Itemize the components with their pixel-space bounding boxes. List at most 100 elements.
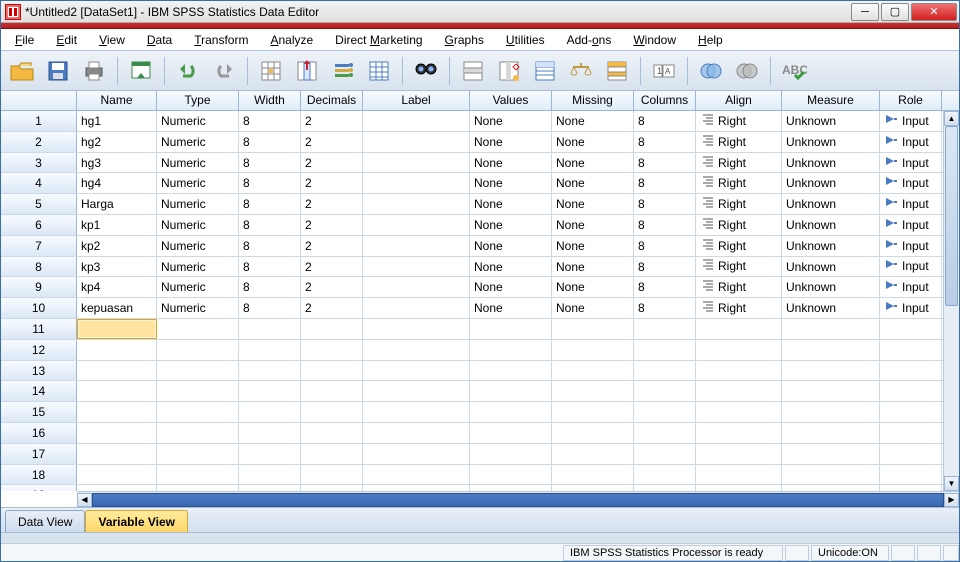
undo-icon[interactable] (173, 56, 203, 86)
row-header[interactable]: 12 (1, 340, 77, 360)
menu-direct-marketing[interactable]: Direct Marketing (325, 31, 432, 49)
cell-missing[interactable]: None (552, 277, 634, 297)
cell-columns[interactable]: 8 (634, 132, 696, 152)
cell-align[interactable]: Right (696, 153, 782, 173)
cell-name[interactable] (77, 402, 157, 422)
menu-window[interactable]: Window (623, 31, 686, 49)
cell-decimals[interactable]: 2 (301, 215, 363, 235)
col-role[interactable]: Role (880, 91, 942, 110)
cell-type[interactable]: Numeric (157, 215, 239, 235)
cell-label[interactable] (363, 173, 470, 193)
cell-measure[interactable]: Unknown (782, 194, 880, 214)
cell-width[interactable]: 8 (239, 111, 301, 131)
cell-values[interactable]: None (470, 236, 552, 256)
variables-icon[interactable] (328, 56, 358, 86)
cell-name[interactable] (77, 361, 157, 381)
scroll-right-icon[interactable]: ▶ (944, 493, 959, 507)
cell-columns[interactable]: 8 (634, 277, 696, 297)
menu-analyze[interactable]: Analyze (260, 31, 323, 49)
cell-name[interactable]: kp2 (77, 236, 157, 256)
tab-data-view[interactable]: Data View (5, 510, 85, 532)
cell-type[interactable]: Numeric (157, 173, 239, 193)
menu-graphs[interactable]: Graphs (435, 31, 494, 49)
cell-columns[interactable]: 8 (634, 194, 696, 214)
cell-align[interactable]: Right (696, 173, 782, 193)
cell-label[interactable] (363, 298, 470, 318)
cell-decimals[interactable]: 2 (301, 194, 363, 214)
cell-columns[interactable]: 8 (634, 298, 696, 318)
row-header[interactable]: 1 (1, 111, 77, 131)
select-cases-icon[interactable] (602, 56, 632, 86)
cell-width[interactable]: 8 (239, 298, 301, 318)
cell-columns[interactable]: 8 (634, 173, 696, 193)
recall-dialog-icon[interactable] (126, 56, 156, 86)
cell-name[interactable]: kepuasan (77, 298, 157, 318)
cell-name[interactable] (77, 319, 157, 339)
col-columns[interactable]: Columns (634, 91, 696, 110)
menu-utilities[interactable]: Utilities (496, 31, 555, 49)
cell-values[interactable]: None (470, 277, 552, 297)
scroll-left-icon[interactable]: ◀ (77, 493, 92, 507)
cell-name[interactable] (77, 340, 157, 360)
cell-width[interactable]: 8 (239, 132, 301, 152)
cell-label[interactable] (363, 194, 470, 214)
row-header[interactable]: 10 (1, 298, 77, 318)
cell-role[interactable]: Input (880, 298, 942, 318)
row-header[interactable]: 2 (1, 132, 77, 152)
cell-type[interactable]: Numeric (157, 257, 239, 277)
cell-name[interactable] (77, 465, 157, 485)
cell-decimals[interactable]: 2 (301, 236, 363, 256)
cell-values[interactable]: None (470, 298, 552, 318)
cell-name[interactable]: hg2 (77, 132, 157, 152)
cell-decimals[interactable]: 2 (301, 257, 363, 277)
cell-align[interactable]: Right (696, 277, 782, 297)
tab-variable-view[interactable]: Variable View (85, 510, 188, 532)
col-decimals[interactable]: Decimals (301, 91, 363, 110)
cell-align[interactable]: Right (696, 298, 782, 318)
row-header[interactable]: 18 (1, 465, 77, 485)
col-label[interactable]: Label (363, 91, 470, 110)
cell-width[interactable]: 8 (239, 173, 301, 193)
cell-width[interactable]: 8 (239, 236, 301, 256)
cell-name[interactable] (77, 423, 157, 443)
hscroll-track[interactable] (92, 493, 944, 507)
col-measure[interactable]: Measure (782, 91, 880, 110)
row-header[interactable]: 9 (1, 277, 77, 297)
cell-columns[interactable]: 8 (634, 236, 696, 256)
maximize-button[interactable]: ▢ (881, 3, 909, 21)
cell-missing[interactable]: None (552, 236, 634, 256)
col-type[interactable]: Type (157, 91, 239, 110)
row-header[interactable]: 14 (1, 381, 77, 401)
redo-icon[interactable] (209, 56, 239, 86)
cell-role[interactable]: Input (880, 132, 942, 152)
cell-measure[interactable]: Unknown (782, 132, 880, 152)
cell-measure[interactable]: Unknown (782, 236, 880, 256)
cell-label[interactable] (363, 132, 470, 152)
cell-decimals[interactable]: 2 (301, 298, 363, 318)
cell-decimals[interactable]: 2 (301, 111, 363, 131)
scroll-up-icon[interactable]: ▲ (944, 111, 959, 126)
goto-case-icon[interactable] (256, 56, 286, 86)
vertical-scrollbar[interactable]: ▲ ▼ (943, 111, 959, 491)
cell-label[interactable] (363, 153, 470, 173)
row-header[interactable]: 6 (1, 215, 77, 235)
cell-role[interactable]: Input (880, 194, 942, 214)
cell-columns[interactable]: 8 (634, 257, 696, 277)
cell-type[interactable]: Numeric (157, 111, 239, 131)
cell-values[interactable]: None (470, 173, 552, 193)
cell-label[interactable] (363, 111, 470, 131)
col-name[interactable]: Name (77, 91, 157, 110)
close-button[interactable]: ✕ (911, 3, 957, 21)
row-header[interactable]: 5 (1, 194, 77, 214)
cell-measure[interactable]: Unknown (782, 111, 880, 131)
cell-name[interactable] (77, 381, 157, 401)
cell-type[interactable]: Numeric (157, 132, 239, 152)
run-descr-icon[interactable] (364, 56, 394, 86)
cell-width[interactable]: 8 (239, 215, 301, 235)
cell-label[interactable] (363, 257, 470, 277)
cell-values[interactable]: None (470, 215, 552, 235)
cell-label[interactable] (363, 277, 470, 297)
row-header[interactable]: 15 (1, 402, 77, 422)
cell-role[interactable]: Input (880, 257, 942, 277)
cell-name[interactable]: kp1 (77, 215, 157, 235)
